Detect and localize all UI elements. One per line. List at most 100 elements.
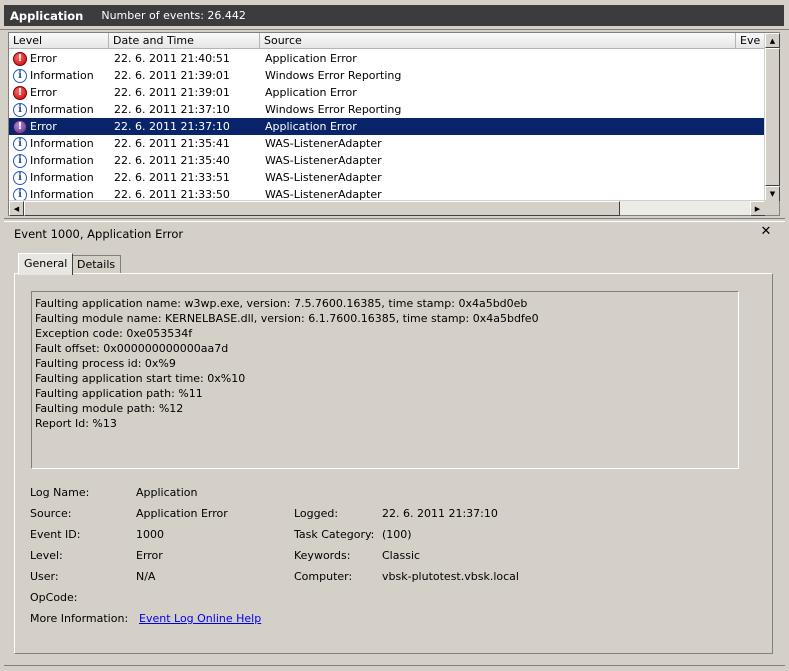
log-name-label: Log Name: (30, 486, 90, 499)
information-icon: i (13, 68, 27, 83)
events-list-header: Level Date and Time Source Eve (9, 33, 765, 49)
table-row[interactable]: ! Error 22. 6. 2011 21:40:51 Application Er… (9, 50, 765, 67)
table-row[interactable]: i Information 22. 6. 2011 21:37:10 Windows … (9, 101, 765, 118)
user-value: N/A (136, 570, 156, 583)
level-cell: i Information (9, 67, 109, 84)
level-text: Information (30, 103, 94, 116)
source-cell: Application Error (265, 52, 357, 65)
description-line: Fault offset: 0x000000000000aa7d (35, 342, 229, 355)
source-cell: WAS-ListenerAdapter (265, 171, 382, 184)
logged-label: Logged: (294, 507, 339, 520)
column-header-source[interactable]: Source (260, 33, 736, 48)
more-information-label: More Information: (30, 612, 129, 625)
date-time-cell: 22. 6. 2011 21:40:51 (114, 52, 230, 65)
information-icon: i (13, 153, 27, 168)
events-list[interactable]: Level Date and Time Source Eve ! Error 22.… (8, 32, 780, 216)
date-time-cell: 22. 6. 2011 21:35:41 (114, 137, 230, 150)
scroll-down-button[interactable]: ▼ (765, 186, 780, 201)
level-text: Error (30, 120, 57, 133)
tab-general[interactable]: General (18, 253, 74, 275)
source-cell: Application Error (265, 120, 357, 133)
vertical-scroll-thumb[interactable] (765, 48, 780, 186)
events-rows: ! Error 22. 6. 2011 21:40:51 Application Er… (9, 50, 765, 202)
computer-value: vbsk-plutotest.vbsk.local (382, 570, 519, 583)
table-row[interactable]: ! Error 22. 6. 2011 21:39:01 Application Er… (9, 84, 765, 101)
column-header-event-id[interactable]: Eve (736, 33, 765, 48)
level-text: Error (30, 52, 57, 65)
column-header-level[interactable]: Level (9, 33, 109, 48)
event-description[interactable]: Faulting application name: w3wp.exe, ver… (31, 291, 739, 469)
pane-splitter[interactable] (4, 218, 785, 222)
event-id-value: 1000 (136, 528, 164, 541)
information-icon: i (13, 136, 27, 151)
level-text: Information (30, 154, 94, 167)
user-label: User: (30, 570, 59, 583)
computer-label: Computer: (294, 570, 353, 583)
description-line: Faulting module name: KERNELBASE.dll, ve… (35, 312, 539, 325)
information-icon: i (13, 170, 27, 185)
column-header-date-and-time[interactable]: Date and Time (109, 33, 260, 48)
scroll-right-button[interactable]: ▶ (750, 201, 765, 216)
task-category-value: (100) (382, 528, 412, 541)
level-text: Information (30, 171, 94, 184)
information-icon: i (13, 102, 27, 117)
description-line: Faulting application name: w3wp.exe, ver… (35, 297, 528, 310)
events-header-bar: Application Number of events: 26.442 (4, 5, 784, 26)
table-row[interactable]: i Information 22. 6. 2011 21:33:51 WAS-List… (9, 169, 765, 186)
level-cell: i Information (9, 152, 109, 169)
close-detail-button[interactable]: ✕ (758, 224, 774, 240)
description-line: Faulting module path: %12 (35, 402, 184, 415)
horizontal-scrollbar[interactable]: ◀ ▶ (9, 200, 765, 216)
event-detail-title: Event 1000, Application Error (14, 227, 184, 241)
source-cell: WAS-ListenerAdapter (265, 137, 382, 150)
source-cell: Windows Error Reporting (265, 69, 402, 82)
task-category-label: Task Category: (294, 528, 375, 541)
source-cell: Application Error (265, 86, 357, 99)
log-name-value: Application (136, 486, 198, 499)
vertical-scrollbar[interactable]: ▲ ▼ (764, 33, 780, 201)
date-time-cell: 22. 6. 2011 21:33:51 (114, 171, 230, 184)
scrollbar-corner (764, 200, 779, 215)
date-time-cell: 22. 6. 2011 21:39:01 (114, 69, 230, 82)
error-icon: ! (13, 51, 27, 66)
events-header: Application Number of events: 26.442 (0, 0, 789, 30)
source-label: Source: (30, 507, 72, 520)
level-text: Information (30, 69, 94, 82)
description-line: Faulting application start time: 0x%10 (35, 372, 246, 385)
error-icon: ! (13, 119, 27, 134)
table-row[interactable]: i Information 22. 6. 2011 21:39:01 Windows … (9, 67, 765, 84)
table-row[interactable]: ! Error 22. 6. 2011 21:37:10 Application Er… (9, 118, 765, 135)
level-cell: ! Error (9, 84, 109, 101)
event-id-label: Event ID: (30, 528, 81, 541)
description-line: Report Id: %13 (35, 417, 117, 430)
logged-value: 22. 6. 2011 21:37:10 (382, 507, 498, 520)
tab-details[interactable]: Details (71, 255, 122, 274)
table-row[interactable]: i Information 22. 6. 2011 21:35:40 WAS-List… (9, 152, 765, 169)
level-cell: i Information (9, 135, 109, 152)
level-cell: ! Error (9, 50, 109, 67)
date-time-cell: 22. 6. 2011 21:39:01 (114, 86, 230, 99)
description-line: Faulting application path: %11 (35, 387, 203, 400)
bottom-divider (4, 665, 785, 666)
opcode-label: OpCode: (30, 591, 78, 604)
source-cell: Windows Error Reporting (265, 103, 402, 116)
event-log-online-help-link[interactable]: Event Log Online Help (139, 611, 261, 626)
event-count: Number of events: 26.442 (101, 9, 246, 22)
source-value: Application Error (136, 507, 228, 520)
error-icon: ! (13, 85, 27, 100)
horizontal-scroll-thumb[interactable] (24, 201, 620, 216)
scroll-left-button[interactable]: ◀ (9, 201, 24, 216)
table-row[interactable]: i Information 22. 6. 2011 21:35:41 WAS-List… (9, 135, 765, 152)
description-line: Faulting process id: 0x%9 (35, 357, 176, 370)
level-cell: i Information (9, 101, 109, 118)
keywords-label: Keywords: (294, 549, 351, 562)
level-label: Level: (30, 549, 63, 562)
date-time-cell: 22. 6. 2011 21:37:10 (114, 103, 230, 116)
level-value: Error (136, 549, 163, 562)
level-text: Information (30, 137, 94, 150)
scroll-up-button[interactable]: ▲ (765, 33, 780, 48)
date-time-cell: 22. 6. 2011 21:35:40 (114, 154, 230, 167)
description-line: Exception code: 0xe053534f (35, 327, 193, 340)
level-cell: ! Error (9, 118, 109, 135)
date-time-cell: 22. 6. 2011 21:37:10 (114, 120, 230, 133)
